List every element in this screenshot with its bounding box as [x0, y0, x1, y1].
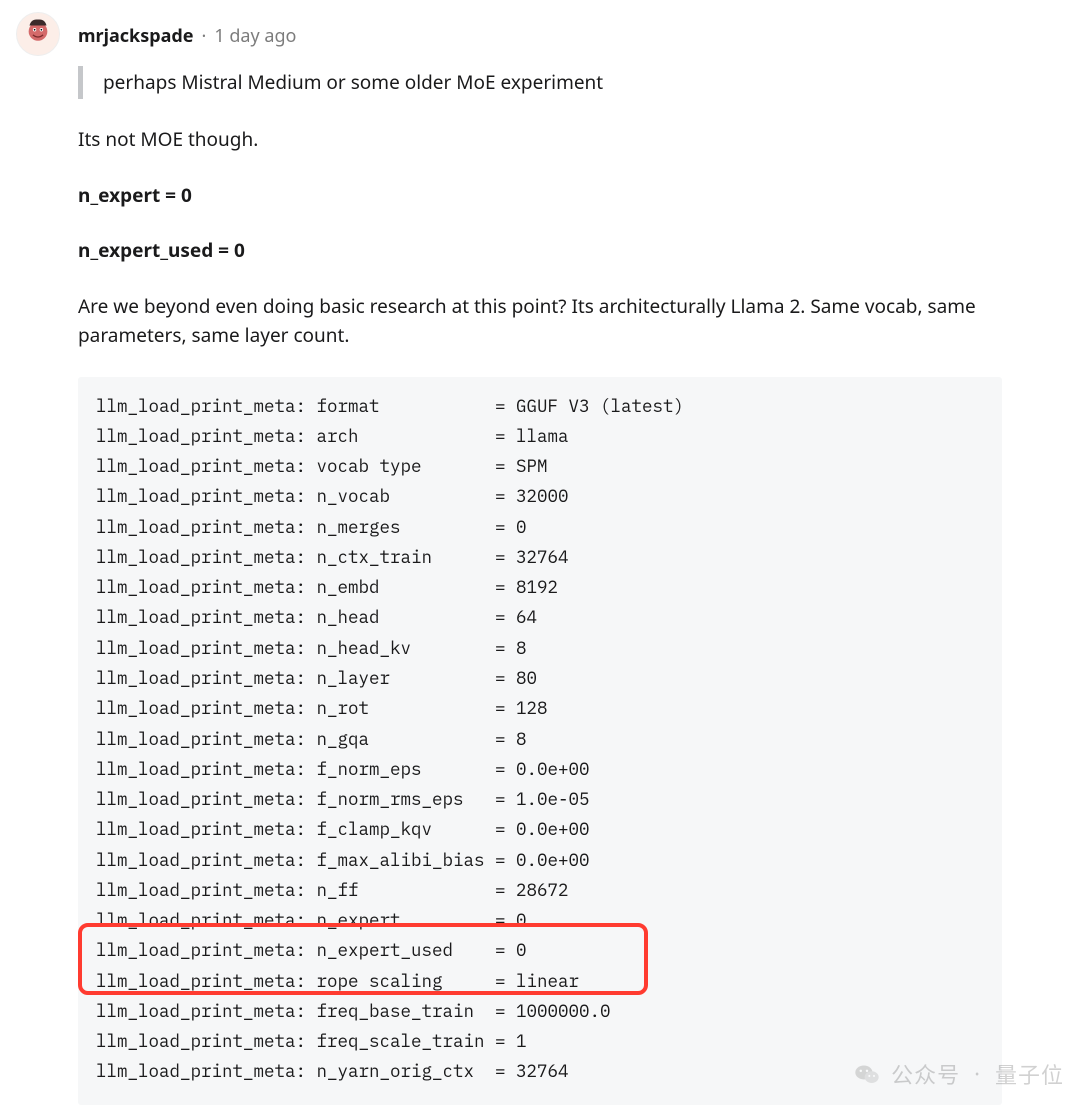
comment-container: mrjackspade · 1 day ago perhaps Mistral …: [0, 0, 1080, 1105]
paragraph-1: Its not MOE though.: [78, 125, 1002, 154]
separator-dot: ·: [202, 24, 207, 48]
bold-line-n-expert-used: n_expert_used = 0: [78, 236, 1002, 265]
comment-header: mrjackspade · 1 day ago: [78, 16, 1002, 48]
comment-age: 1 day ago: [214, 24, 296, 48]
quoted-text: perhaps Mistral Medium or some older MoE…: [78, 66, 1002, 99]
avatar[interactable]: [16, 12, 60, 56]
code-block: llm_load_print_meta: format = GGUF V3 (l…: [78, 377, 1002, 1105]
paragraph-2: Are we beyond even doing basic research …: [78, 292, 1002, 351]
bold-line-n-expert: n_expert = 0: [78, 181, 1002, 210]
comment-body: perhaps Mistral Medium or some older MoE…: [78, 66, 1002, 1105]
username[interactable]: mrjackspade: [78, 24, 194, 48]
quote-content: perhaps Mistral Medium or some older MoE…: [103, 69, 603, 95]
avatar-icon: [21, 17, 55, 51]
avatar-wrap: [16, 12, 60, 56]
